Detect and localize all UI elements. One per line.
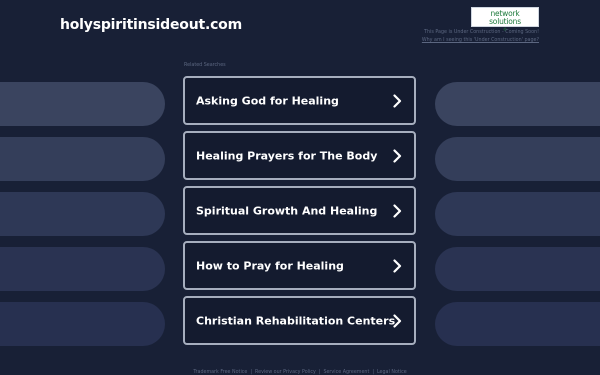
blurred-ad-right-2 (435, 137, 600, 181)
footer-separator: | (250, 370, 252, 375)
chevron-right-icon (393, 313, 402, 328)
related-link-label: Healing Prayers for The Body (196, 149, 378, 162)
blurred-ad-left-1 (0, 82, 165, 126)
related-searches-heading: Related Searches (184, 63, 226, 68)
under-construction-text: This Page is Under Construction - Coming… (424, 30, 539, 35)
related-link-how-to-pray-for-healing[interactable]: How to Pray for Healing (183, 241, 416, 290)
blurred-ad-right-3 (435, 192, 600, 236)
blurred-ad-left-2 (0, 137, 165, 181)
chevron-right-icon (393, 203, 402, 218)
blurred-ad-right-4 (435, 247, 600, 291)
related-link-label: Asking God for Healing (196, 94, 339, 107)
related-link-label: Spiritual Growth And Healing (196, 204, 378, 217)
related-link-christian-rehabilitation-centers[interactable]: Christian Rehabilitation Centers (183, 296, 416, 345)
footer-link-service-agreement[interactable]: Service Agreement (323, 370, 369, 375)
network-solutions-logo[interactable]: network solutions ® (471, 7, 539, 32)
related-link-healing-prayers-for-the-body[interactable]: Healing Prayers for The Body (183, 131, 416, 180)
related-link-spiritual-growth-and-healing[interactable]: Spiritual Growth And Healing (183, 186, 416, 235)
footer-link-trademark[interactable]: Trademark Free Notice (193, 370, 247, 375)
why-under-construction-link[interactable]: Why am I seeing this 'Under Construction… (422, 38, 539, 43)
footer-link-privacy[interactable]: Review our Privacy Policy (255, 370, 316, 375)
blurred-ad-right-1 (435, 82, 600, 126)
blurred-ad-right-5 (435, 302, 600, 346)
chevron-right-icon (393, 258, 402, 273)
blurred-ad-left-5 (0, 302, 165, 346)
blurred-ad-left-3 (0, 192, 165, 236)
site-domain: holyspiritinsideout.com (60, 17, 242, 33)
related-link-label: How to Pray for Healing (196, 259, 344, 272)
chevron-right-icon (393, 93, 402, 108)
footer-links: Trademark Free Notice | Review our Privacy… (0, 370, 600, 375)
related-link-asking-god-for-healing[interactable]: Asking God for Healing (183, 76, 416, 125)
footer-link-legal[interactable]: Legal Notice (377, 370, 407, 375)
blurred-ad-left-4 (0, 247, 165, 291)
chevron-right-icon (393, 148, 402, 163)
footer-separator: | (372, 370, 374, 375)
related-link-label: Christian Rehabilitation Centers (196, 314, 396, 327)
